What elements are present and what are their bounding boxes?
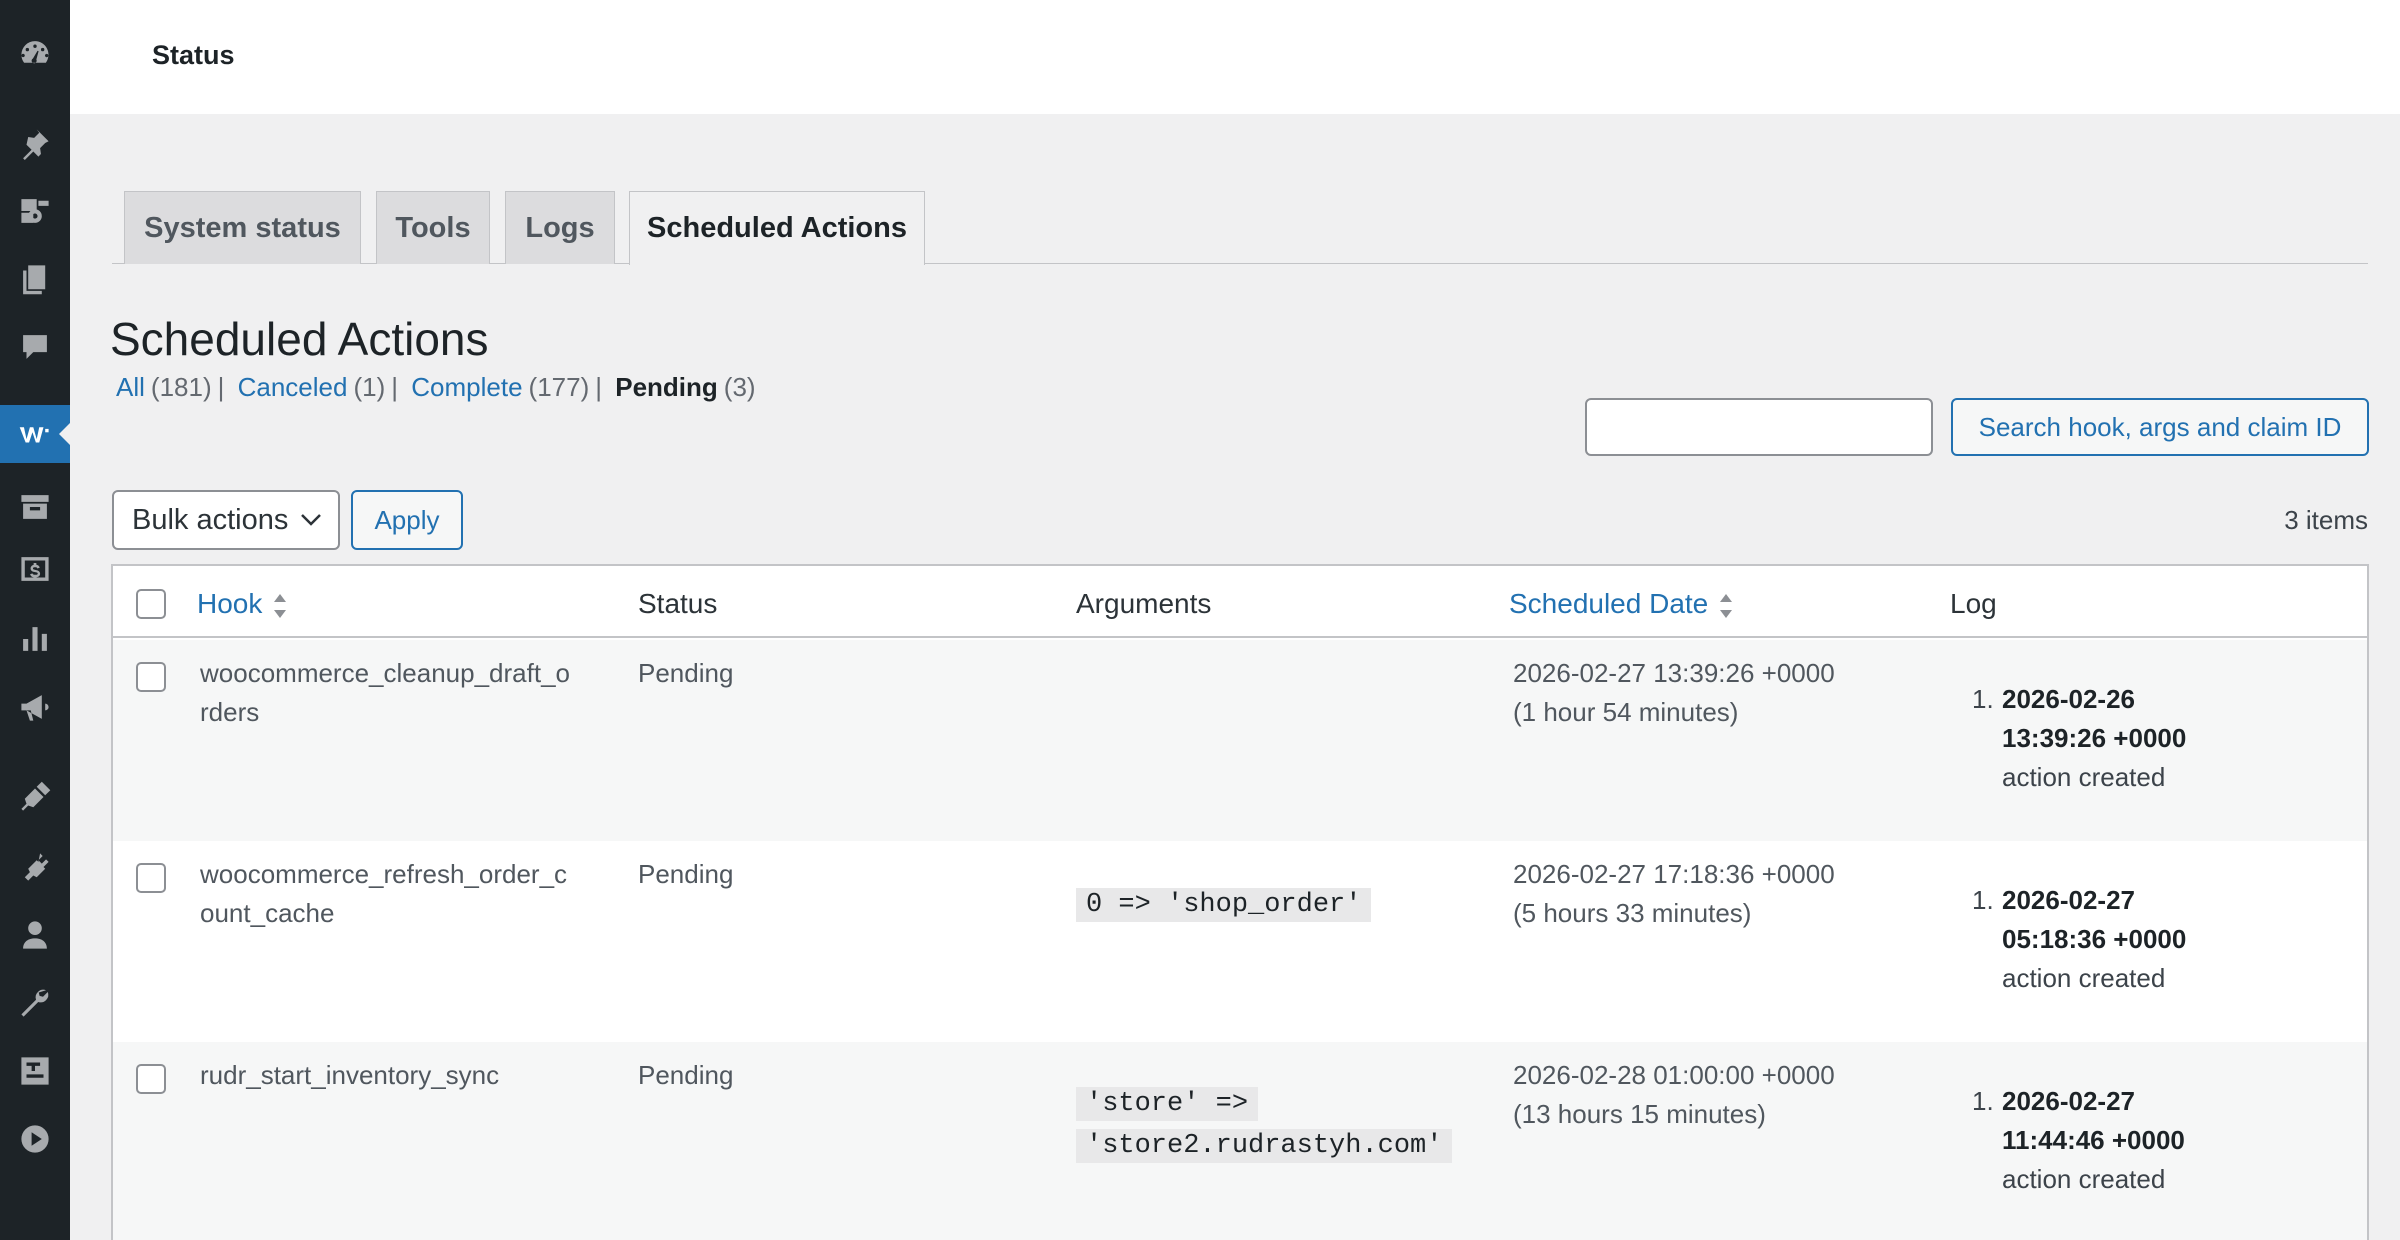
filter-canceled-count: (1) <box>353 372 386 402</box>
search-button[interactable]: Search hook, args and claim ID <box>1951 398 2369 456</box>
tab-scheduled-actions[interactable]: Scheduled Actions <box>629 191 925 265</box>
row-checkbox[interactable] <box>136 863 166 893</box>
date-cell: 2026-02-28 01:00:00 +0000 (13 hours 15 mi… <box>1513 1060 1835 1129</box>
sort-icon <box>274 593 287 618</box>
filter-all[interactable]: All <box>116 372 145 402</box>
users-icon[interactable] <box>0 908 70 962</box>
argument-code: 0 => 'shop_order' <box>1076 888 1372 922</box>
tab-tools[interactable]: Tools <box>376 191 490 264</box>
table-row: rudr_start_inventory_sync Pending 'store… <box>113 1042 2367 1240</box>
status-filters: All (181) | Canceled (1) | Complete (177) | Pe… <box>116 372 756 402</box>
tools-icon[interactable] <box>0 976 70 1030</box>
plugins-icon[interactable] <box>0 840 70 894</box>
marketing-icon[interactable] <box>0 680 70 734</box>
status-tabs: System status Tools Logs Scheduled Actio… <box>112 191 2368 265</box>
column-scheduled-date[interactable]: Scheduled Date <box>1509 588 1734 621</box>
payments-icon[interactable] <box>0 542 70 596</box>
hook-cell[interactable]: woocommerce_refresh_order_c ount_cache <box>200 855 567 933</box>
row-checkbox[interactable] <box>136 1064 166 1094</box>
comments-icon[interactable] <box>0 320 70 374</box>
argument-code: 'store2.rudrastyh.com' <box>1076 1129 1453 1163</box>
search-input[interactable] <box>1585 398 1933 456</box>
woocommerce-icon[interactable] <box>0 405 71 463</box>
tab-system-status[interactable]: System status <box>124 191 361 264</box>
scheduled-actions-table: Hook Status Arguments Scheduled Date Log… <box>111 564 2369 1240</box>
log-cell: 1. 2026-02-26 13:39:26 +0000 action crea… <box>1972 684 2187 792</box>
column-hook[interactable]: Hook <box>197 588 288 621</box>
table-row: woocommerce_refresh_order_c ount_cache Pe… <box>113 841 2367 1042</box>
tab-logs[interactable]: Logs <box>505 191 615 264</box>
products-icon[interactable] <box>0 480 70 534</box>
column-status: Status <box>638 588 718 619</box>
appearance-icon[interactable] <box>0 770 70 824</box>
chevron-down-icon <box>301 514 321 526</box>
hook-cell[interactable]: rudr_start_inventory_sync <box>200 1056 499 1095</box>
table-row: woocommerce_cleanup_draft_o rders Pending… <box>113 640 2367 841</box>
hook-cell[interactable]: woocommerce_cleanup_draft_o rders <box>200 654 570 732</box>
filter-canceled[interactable]: Canceled <box>238 372 348 402</box>
column-log: Log <box>1950 588 1997 619</box>
log-cell: 1. 2026-02-27 05:18:36 +0000 action crea… <box>1972 885 2187 993</box>
bulk-actions-select[interactable]: Bulk actions <box>112 490 340 550</box>
apply-button[interactable]: Apply <box>351 490 463 550</box>
arguments-cell: 'store' => 'store2.rudrastyh.com' <box>1076 1082 1453 1166</box>
bulk-actions-value: Bulk actions <box>132 503 289 536</box>
status-cell: Pending <box>638 658 734 688</box>
analytics-icon[interactable] <box>0 612 70 666</box>
page-title: Scheduled Actions <box>110 313 489 365</box>
table-header: Hook Status Arguments Scheduled Date Log <box>113 566 2367 638</box>
dashboard-icon[interactable] <box>0 26 70 80</box>
date-cell: 2026-02-27 13:39:26 +0000 (1 hour 54 minu… <box>1513 658 1835 727</box>
status-cell: Pending <box>638 859 734 889</box>
filter-all-count: (181) <box>150 372 212 402</box>
header-title: Status <box>152 40 235 70</box>
admin-sidebar <box>0 0 71 1240</box>
settings-icon[interactable] <box>0 1044 70 1098</box>
row-checkbox[interactable] <box>136 662 166 692</box>
filter-complete-count: (177) <box>528 372 590 402</box>
filter-pending[interactable]: Pending <box>615 372 718 402</box>
page-header: Status <box>70 0 2400 114</box>
media-play-icon[interactable] <box>0 1112 70 1166</box>
pin-icon[interactable] <box>0 116 70 170</box>
arguments-cell: 0 => 'shop_order' <box>1076 883 1372 925</box>
items-count: 3 items <box>2284 505 2368 535</box>
status-cell: Pending <box>638 1060 734 1090</box>
column-arguments: Arguments <box>1076 588 1212 619</box>
date-cell: 2026-02-27 17:18:36 +0000 (5 hours 33 min… <box>1513 859 1835 928</box>
sort-icon <box>1720 593 1733 618</box>
filter-complete[interactable]: Complete <box>411 372 522 402</box>
argument-code: 'store' => <box>1076 1087 1259 1121</box>
media-icon[interactable] <box>0 184 70 238</box>
select-all-checkbox[interactable] <box>136 589 166 619</box>
pages-icon[interactable] <box>0 252 70 306</box>
log-cell: 1. 2026-02-27 11:44:46 +0000 action crea… <box>1972 1086 2185 1194</box>
active-menu-arrow <box>59 422 71 446</box>
filter-pending-count: (3) <box>723 372 756 402</box>
